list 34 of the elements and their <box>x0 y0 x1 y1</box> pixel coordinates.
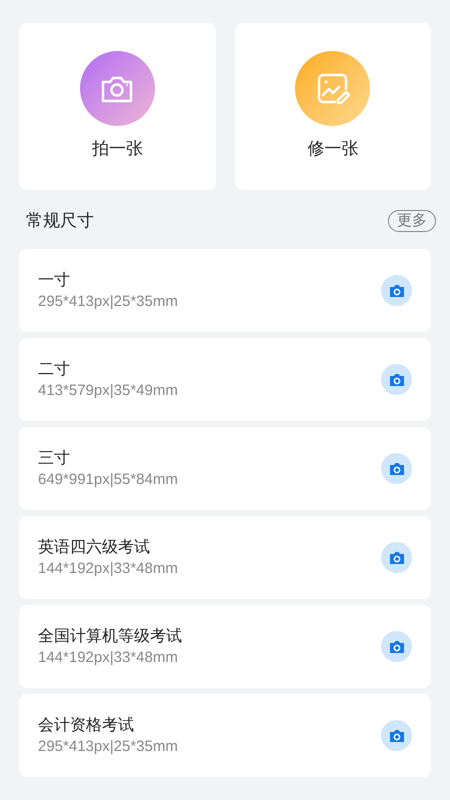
camera-button[interactable] <box>381 631 412 662</box>
camera-icon <box>388 284 404 298</box>
size-name: 三寸 <box>38 448 71 468</box>
size-spec: 144*192px|33*48mm <box>38 558 178 578</box>
section-title: 常规尺寸 <box>26 210 94 232</box>
size-card[interactable]: 一寸 295*413px|25*35mm <box>19 249 431 332</box>
camera-icon <box>388 550 404 564</box>
size-spec: 144*192px|33*48mm <box>38 648 179 668</box>
size-name: 全国计算机等级考试 <box>38 626 182 646</box>
size-name: 会计资格考试 <box>38 716 135 736</box>
size-name: 二寸 <box>38 360 71 380</box>
size-spec: 413*579px|35*49mm <box>38 380 178 400</box>
size-name: 英语四六级考试 <box>38 538 151 558</box>
size-card[interactable]: 会计资格考试 295*413px|25*35mm <box>19 694 431 777</box>
action-card[interactable]: 修一张 <box>234 23 431 190</box>
camera-icon <box>388 640 404 654</box>
size-card[interactable]: 三寸 649*991px|55*84mm <box>19 427 431 510</box>
size-spec: 649*991px|55*84mm <box>38 470 178 490</box>
more-button[interactable]: 更多 <box>388 210 436 232</box>
size-spec: 295*413px|25*35mm <box>38 736 178 756</box>
action-card[interactable]: 拍一张 <box>19 23 216 190</box>
size-card[interactable]: 英语四六级考试 144*192px|33*48mm <box>19 516 431 599</box>
size-name: 一寸 <box>38 270 71 290</box>
camera-button[interactable] <box>381 542 412 573</box>
camera-icon <box>388 372 404 386</box>
size-card[interactable]: 全国计算机等级考试 144*192px|33*48mm <box>19 605 431 688</box>
camera-button[interactable] <box>381 364 412 395</box>
size-card[interactable]: 二寸 413*579px|35*49mm <box>19 338 431 421</box>
camera-button[interactable] <box>381 453 412 484</box>
camera-icon <box>388 728 404 742</box>
camera-button[interactable] <box>381 275 412 306</box>
size-spec: 295*413px|25*35mm <box>38 292 178 312</box>
camera-icon <box>388 462 404 476</box>
camera-button[interactable] <box>381 720 412 751</box>
